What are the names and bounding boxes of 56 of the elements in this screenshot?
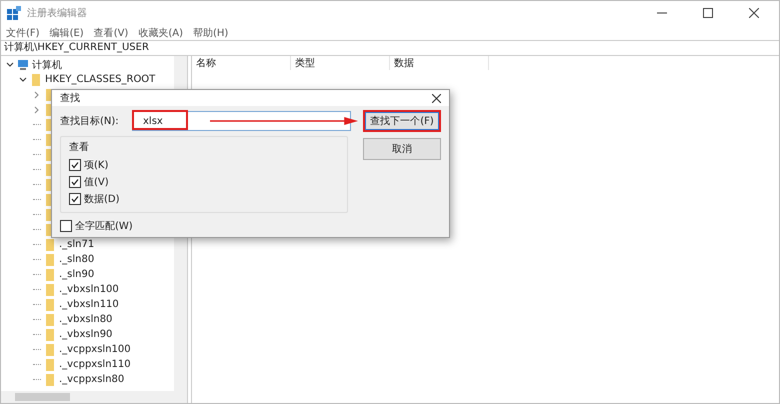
tree-item[interactable]: ._sln71 xyxy=(59,239,94,250)
menu-item[interactable]: 文件(F) xyxy=(6,26,40,40)
computer-icon xyxy=(17,58,29,70)
chevron-icon[interactable] xyxy=(19,76,27,84)
tree-item[interactable]: HKEY_CLASSES_ROOT xyxy=(45,74,156,85)
checkbox[interactable] xyxy=(69,176,81,188)
tree-item[interactable]: ._vbxsln100 xyxy=(59,284,119,295)
folder-icon xyxy=(44,374,56,386)
chevron-icon[interactable] xyxy=(6,60,14,68)
close-icon[interactable] xyxy=(749,8,759,18)
menu-item[interactable]: 帮助(H) xyxy=(193,26,228,40)
folder-icon xyxy=(44,328,56,340)
checkbox[interactable] xyxy=(69,193,81,205)
folder-icon xyxy=(44,268,56,280)
option-label: 数据(D) xyxy=(84,193,120,206)
menu-item[interactable]: 查看(V) xyxy=(94,26,128,40)
folder-icon xyxy=(44,358,56,370)
menu-item[interactable]: 收藏夹(A) xyxy=(138,26,183,40)
tree-item[interactable]: ._sln80 xyxy=(59,254,94,265)
folder-icon xyxy=(44,314,56,326)
folder-icon xyxy=(44,298,56,310)
column-header[interactable]: 数据 xyxy=(390,56,489,70)
address-bar[interactable]: 计算机\HKEY_CURRENT_USER xyxy=(1,40,779,56)
folder-icon xyxy=(30,74,42,86)
registry-icon xyxy=(7,6,21,20)
tree-item[interactable]: ._vbxsln110 xyxy=(59,299,119,310)
horizontal-scrollbar[interactable] xyxy=(1,391,187,403)
window-title: 注册表编辑器 xyxy=(27,6,87,20)
folder-icon xyxy=(44,344,56,356)
folder-icon xyxy=(44,284,56,296)
maximize-icon[interactable] xyxy=(703,8,713,18)
tree-item[interactable]: ._vcppxsln80 xyxy=(59,374,124,385)
column-header[interactable]: 类型 xyxy=(291,56,390,70)
tree-item[interactable]: 计算机 xyxy=(32,58,62,72)
folder-icon xyxy=(44,254,56,266)
option-label: 项(K) xyxy=(84,159,108,172)
option-label: 全字匹配(W) xyxy=(75,220,133,233)
folder-icon xyxy=(44,238,56,250)
tree-item[interactable]: ._vbxsln90 xyxy=(59,329,112,340)
column-header[interactable]: 名称 xyxy=(192,56,291,70)
checkbox[interactable] xyxy=(69,159,81,171)
find-target-label: 查找目标(N): xyxy=(60,114,120,128)
find-target-field[interactable]: xlsx xyxy=(132,111,351,131)
option-label: 值(V) xyxy=(84,176,109,189)
dialog-title: 查找 xyxy=(60,92,80,105)
close-icon[interactable] xyxy=(432,94,441,102)
cancel-button[interactable]: 取消 xyxy=(363,138,441,160)
tree-item[interactable]: ._sln90 xyxy=(59,269,94,280)
tree-item[interactable]: ._vcppxsln110 xyxy=(59,359,131,370)
tree-item[interactable]: ._vcppxsln100 xyxy=(59,344,131,355)
find-next-button[interactable]: 查找下一个(F) xyxy=(363,110,441,132)
group-title: 查看 xyxy=(69,140,90,154)
checkbox[interactable] xyxy=(60,220,72,232)
highlight-box xyxy=(132,110,188,130)
tree-item[interactable]: ._vbxsln80 xyxy=(59,314,112,325)
menu-item[interactable]: 编辑(E) xyxy=(50,26,84,40)
